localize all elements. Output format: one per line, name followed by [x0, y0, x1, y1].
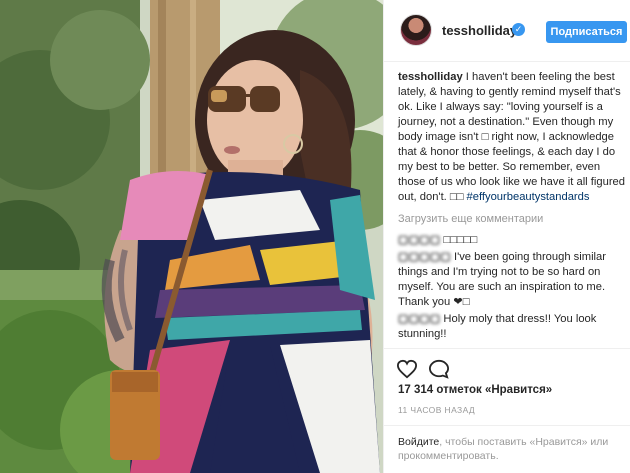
load-more-comments[interactable]: Загрузить еще комментарии [398, 212, 626, 227]
login-link[interactable]: Войдите [398, 436, 439, 448]
photo-illustration [0, 0, 383, 473]
comment-bubble-icon[interactable] [428, 359, 450, 379]
heart-icon[interactable] [396, 359, 418, 379]
comment-username[interactable]: ▢▢▢▢▢ [398, 251, 454, 263]
post-photo[interactable] [0, 0, 383, 473]
follow-button[interactable]: Подписаться [546, 21, 627, 43]
likes-count[interactable]: 17 314 отметок «Нравится» [398, 384, 552, 396]
comments-section: tessholliday I haven't been feeling the … [398, 70, 626, 344]
avatar[interactable] [400, 14, 432, 46]
header-username[interactable]: tessholliday [442, 23, 517, 38]
comment-username[interactable]: ▢▢▢▢ [398, 234, 443, 246]
post-header: tessholliday ✓ Подписаться [384, 0, 630, 62]
comment-item: ▢▢▢▢ Holy moly that dress!! You look stu… [398, 312, 626, 342]
verified-badge-icon: ✓ [512, 23, 525, 36]
post-sidebar: tessholliday ✓ Подписаться tessholliday … [383, 0, 630, 473]
comment-item: ▢▢▢▢▢ I've been going through similar th… [398, 250, 626, 310]
comment-username[interactable]: ▢▢▢▢ [398, 313, 443, 325]
hashtag-link[interactable]: #effyourbeautystandards [467, 191, 590, 203]
caption: tessholliday I haven't been feeling the … [398, 70, 626, 205]
comment-text: □□□□□ [443, 234, 478, 246]
action-bar [384, 348, 630, 386]
caption-username[interactable]: tessholliday [398, 71, 466, 83]
comment-item: ▢▢▢▢ □□□□□ [398, 233, 626, 248]
post-timestamp[interactable]: 11 ЧАСОВ НАЗАД [398, 405, 475, 415]
comment-login-area: Войдите, чтобы поставить «Нравится» или … [384, 425, 630, 473]
caption-text: I haven't been feeling the best lately, … [398, 71, 625, 203]
login-prompt: Войдите, чтобы поставить «Нравится» или … [398, 435, 623, 463]
